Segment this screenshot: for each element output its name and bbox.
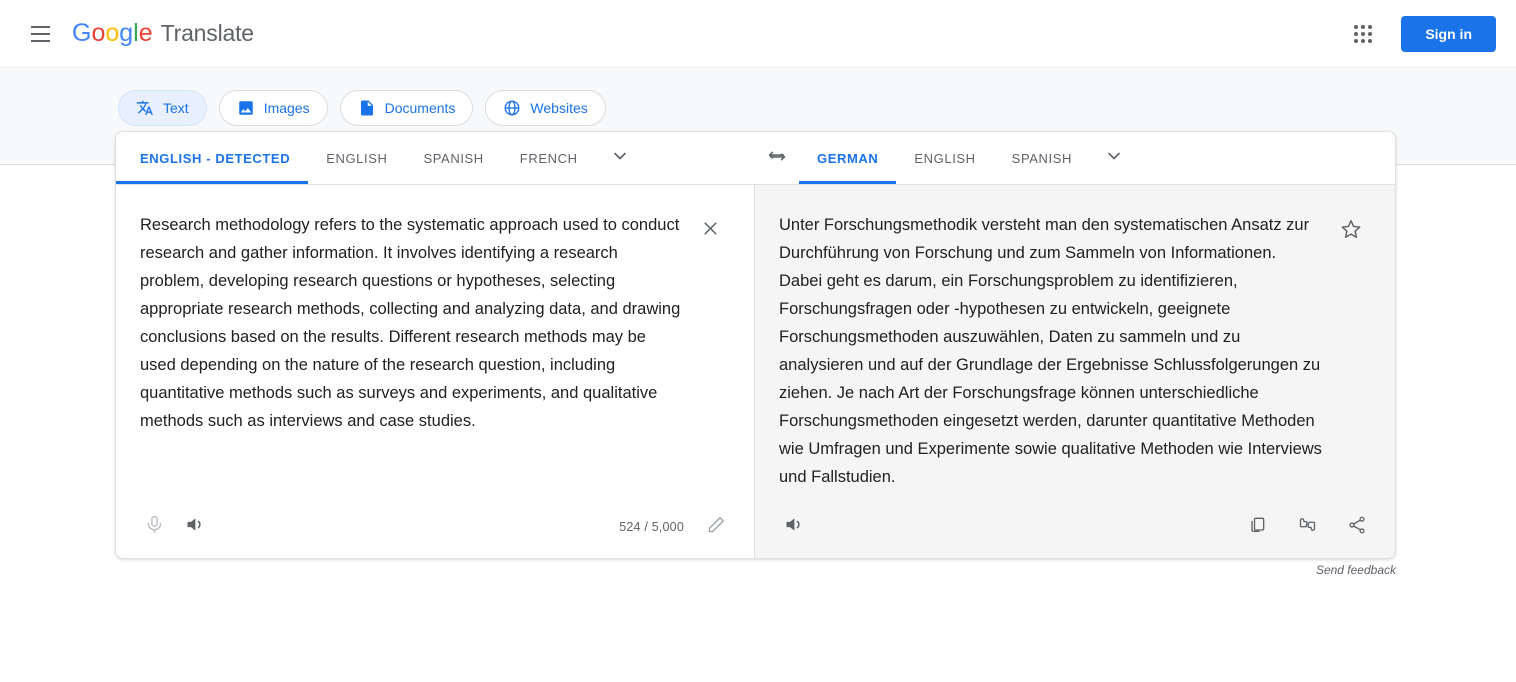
copy-icon	[1247, 515, 1267, 540]
apps-dot	[1354, 31, 1359, 36]
share-button[interactable]	[1337, 507, 1377, 547]
language-bar: ENGLISH - DETECTED ENGLISH SPANISH FRENC…	[116, 132, 1395, 185]
source-lang-tab-spanish[interactable]: SPANISH	[405, 132, 501, 184]
image-icon	[237, 99, 255, 117]
speaker-icon	[783, 514, 804, 540]
translator-card: ENGLISH - DETECTED ENGLISH SPANISH FRENC…	[115, 131, 1396, 559]
mode-tab-images[interactable]: Images	[218, 90, 328, 126]
target-lang-tab-spanish[interactable]: SPANISH	[994, 132, 1090, 184]
star-outline-icon	[1340, 218, 1362, 245]
target-footer	[755, 496, 1395, 558]
target-language-tabs: GERMAN ENGLISH SPANISH	[799, 132, 1395, 184]
source-body: Research methodology refers to the syste…	[116, 185, 754, 496]
source-lang-tab-detected[interactable]: ENGLISH - DETECTED	[116, 132, 309, 184]
thumbs-rating-icon	[1297, 514, 1318, 540]
share-icon	[1347, 515, 1367, 540]
mode-tab-label: Images	[263, 100, 310, 116]
close-icon	[700, 218, 721, 244]
source-lang-tab-french[interactable]: FRENCH	[502, 132, 596, 184]
target-lang-tab-german[interactable]: GERMAN	[799, 132, 897, 184]
hamburger-bar	[30, 32, 50, 35]
clear-text-button[interactable]	[690, 211, 730, 251]
apps-dot	[1354, 24, 1359, 29]
target-panel: Unter Forschungsmethodik versteht man de…	[755, 185, 1395, 558]
source-lang-tab-english[interactable]: ENGLISH	[308, 132, 405, 184]
translated-text: Unter Forschungsmethodik versteht man de…	[779, 216, 1327, 486]
microphone-icon	[144, 514, 165, 540]
chevron-down-icon	[610, 146, 630, 171]
hamburger-bar	[30, 39, 50, 42]
brand-logo[interactable]: Google Translate	[72, 19, 254, 48]
copy-button[interactable]	[1237, 507, 1277, 547]
mode-tab-documents[interactable]: Documents	[339, 90, 474, 126]
document-icon	[358, 99, 376, 117]
edit-button[interactable]	[696, 507, 736, 547]
apps-dot	[1368, 31, 1373, 36]
apps-grid-icon[interactable]	[1343, 14, 1383, 54]
speaker-icon	[184, 514, 205, 540]
mode-tabs: Text Images Documents Websites	[0, 90, 1516, 126]
source-text-input[interactable]: Research methodology refers to the syste…	[140, 211, 682, 496]
pencil-icon	[707, 515, 726, 539]
apps-dot	[1368, 24, 1373, 29]
target-language-dropdown[interactable]	[1090, 132, 1138, 184]
source-listen-button[interactable]	[174, 507, 214, 547]
save-translation-button[interactable]	[1331, 211, 1371, 251]
mode-tab-label: Text	[163, 100, 189, 116]
send-feedback-link[interactable]: Send feedback	[115, 563, 1396, 577]
product-name: Translate	[160, 20, 254, 46]
translation-panes: Research methodology refers to the syste…	[116, 185, 1395, 558]
hamburger-menu-icon[interactable]	[18, 12, 62, 56]
source-panel: Research methodology refers to the syste…	[116, 185, 755, 558]
apps-dot	[1368, 38, 1373, 43]
apps-dot	[1354, 38, 1359, 43]
swap-languages-icon	[766, 145, 788, 172]
sign-in-button[interactable]: Sign in	[1401, 15, 1496, 52]
target-actions	[1237, 507, 1377, 547]
app-header: Google Translate Sign in	[0, 0, 1516, 68]
source-footer: 524 / 5,000	[116, 496, 754, 558]
header-actions: Sign in	[1343, 14, 1496, 54]
swap-languages-button[interactable]	[755, 132, 799, 184]
rate-translation-button[interactable]	[1287, 507, 1327, 547]
source-language-dropdown[interactable]	[596, 132, 644, 184]
target-body: Unter Forschungsmethodik versteht man de…	[755, 185, 1395, 496]
mode-tab-websites[interactable]: Websites	[485, 90, 606, 126]
mode-tab-text[interactable]: Text	[118, 90, 207, 126]
google-wordmark: Google	[72, 19, 153, 47]
apps-dot	[1361, 38, 1366, 43]
hamburger-bar	[30, 25, 50, 28]
chevron-down-icon	[1104, 146, 1124, 171]
source-language-tabs: ENGLISH - DETECTED ENGLISH SPANISH FRENC…	[116, 132, 755, 184]
mode-tab-label: Websites	[530, 100, 588, 116]
translate-icon	[136, 99, 154, 117]
apps-dot	[1361, 24, 1366, 29]
mode-tab-label: Documents	[384, 100, 456, 116]
microphone-button[interactable]	[134, 507, 174, 547]
globe-icon	[503, 99, 521, 117]
apps-dot	[1361, 31, 1366, 36]
target-listen-button[interactable]	[773, 507, 813, 547]
character-count: 524 / 5,000	[619, 520, 684, 534]
target-lang-tab-english[interactable]: ENGLISH	[896, 132, 993, 184]
